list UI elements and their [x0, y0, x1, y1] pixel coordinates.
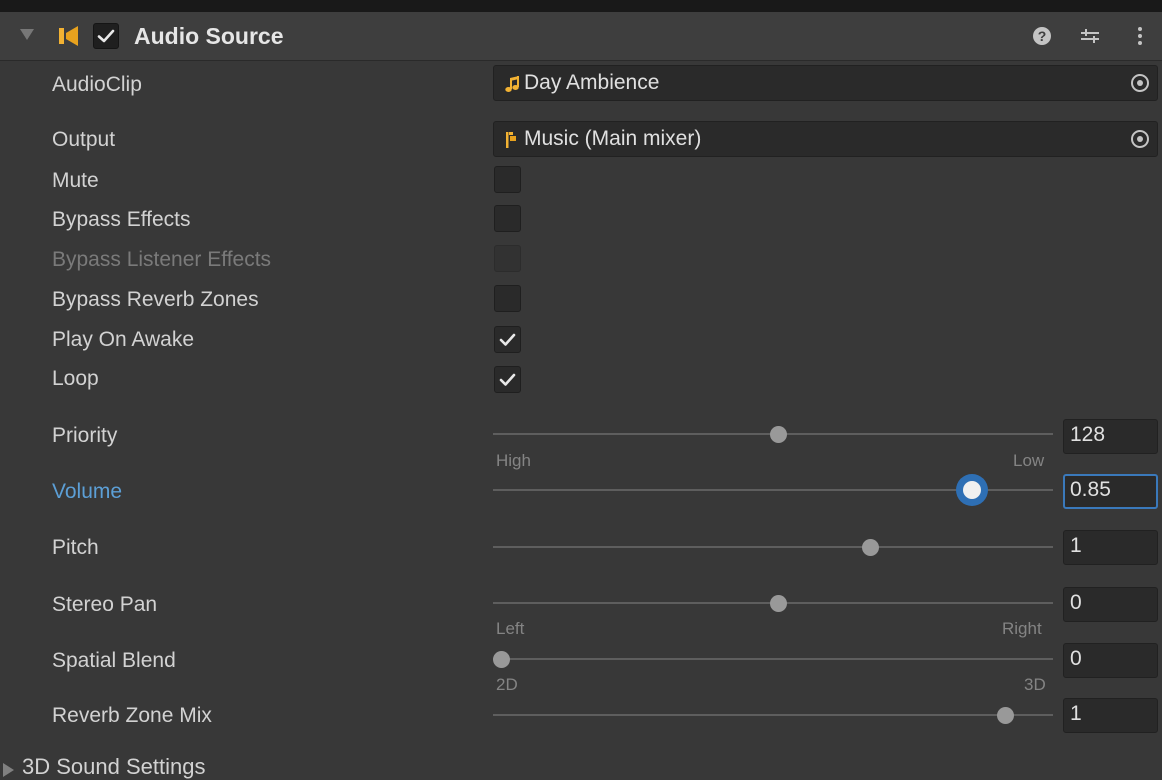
collapse-arrow-icon[interactable]	[20, 29, 34, 40]
audio-clip-icon	[505, 76, 519, 92]
checkmark-icon	[97, 29, 115, 43]
loop-label: Loop	[52, 367, 99, 390]
stereo-pan-label: Stereo Pan	[52, 593, 158, 616]
bypass-listener-effects-checkbox	[494, 245, 521, 272]
loop-checkbox[interactable]	[494, 366, 521, 393]
presets-icon[interactable]	[1078, 24, 1102, 48]
output-value: Music (Main mixer)	[524, 127, 702, 150]
mixer-group-icon	[506, 132, 516, 148]
component-header[interactable]: Audio Source ?	[0, 12, 1162, 61]
play-on-awake-checkbox[interactable]	[494, 326, 521, 353]
spatial-blend-slider-thumb[interactable]	[493, 651, 510, 668]
pitch-slider-thumb[interactable]	[862, 539, 880, 556]
audioclip-field[interactable]: Day Ambience	[493, 65, 1158, 101]
component-enabled-checkbox[interactable]	[93, 23, 119, 49]
spatial-blend-input[interactable]: 0	[1063, 643, 1158, 678]
stereo-pan-input[interactable]: 0	[1063, 587, 1158, 622]
bypass-effects-label: Bypass Effects	[52, 208, 191, 231]
volume-input[interactable]: 0.85	[1063, 474, 1158, 509]
bypass-reverb-zones-label: Bypass Reverb Zones	[52, 288, 259, 311]
audioclip-label: AudioClip	[52, 73, 142, 96]
spatial-blend-label: Spatial Blend	[52, 649, 176, 672]
priority-max-label: Low	[1013, 451, 1045, 470]
priority-slider-thumb[interactable]	[770, 426, 787, 443]
reverb-zone-mix-slider-thumb[interactable]	[996, 707, 1014, 724]
bypass-reverb-zones-checkbox[interactable]	[494, 285, 521, 312]
3d-sound-settings-foldout[interactable]: 3D Sound Settings	[22, 754, 205, 780]
spatial-blend-min-label: 2D	[496, 675, 518, 694]
component-title: Audio Source	[134, 23, 284, 49]
checkmark-icon	[499, 333, 516, 346]
stereo-pan-slider-thumb[interactable]	[770, 595, 787, 612]
bypass-listener-effects-label: Bypass Listener Effects	[52, 248, 272, 271]
reverb-zone-mix-slider-track[interactable]	[493, 714, 1053, 716]
mute-label: Mute	[52, 169, 99, 192]
play-on-awake-label: Play On Awake	[52, 328, 195, 351]
volume-label: Volume	[52, 480, 123, 503]
reverb-zone-mix-label: Reverb Zone Mix	[52, 704, 212, 727]
speaker-icon	[59, 26, 78, 46]
stereo-pan-min-label: Left	[496, 619, 525, 638]
pitch-slider-track[interactable]	[493, 546, 1053, 548]
kebab-menu-icon[interactable]	[1128, 24, 1152, 48]
top-strip	[0, 0, 1162, 12]
volume-slider-thumb[interactable]	[962, 481, 981, 499]
stereo-pan-max-label: Right	[1002, 619, 1042, 638]
pitch-label: Pitch	[52, 536, 99, 559]
pitch-input[interactable]: 1	[1063, 530, 1158, 565]
audioclip-value: Day Ambience	[524, 71, 660, 94]
help-icon[interactable]: ?	[1030, 24, 1054, 48]
svg-text:?: ?	[1038, 28, 1047, 44]
priority-label: Priority	[52, 424, 118, 447]
spatial-blend-slider-track[interactable]	[493, 658, 1053, 660]
object-picker-icon[interactable]	[1131, 130, 1149, 148]
output-label: Output	[52, 128, 116, 151]
reverb-zone-mix-input[interactable]: 1	[1063, 698, 1158, 733]
spatial-blend-max-label: 3D	[1024, 675, 1046, 694]
output-field[interactable]: Music (Main mixer)	[493, 121, 1158, 157]
bypass-effects-checkbox[interactable]	[494, 205, 521, 232]
priority-min-label: High	[496, 451, 531, 470]
checkmark-icon	[499, 373, 516, 386]
object-picker-icon[interactable]	[1131, 74, 1149, 92]
expand-arrow-icon[interactable]	[3, 763, 14, 777]
priority-input[interactable]: 128	[1063, 419, 1158, 454]
mute-checkbox[interactable]	[494, 166, 521, 193]
